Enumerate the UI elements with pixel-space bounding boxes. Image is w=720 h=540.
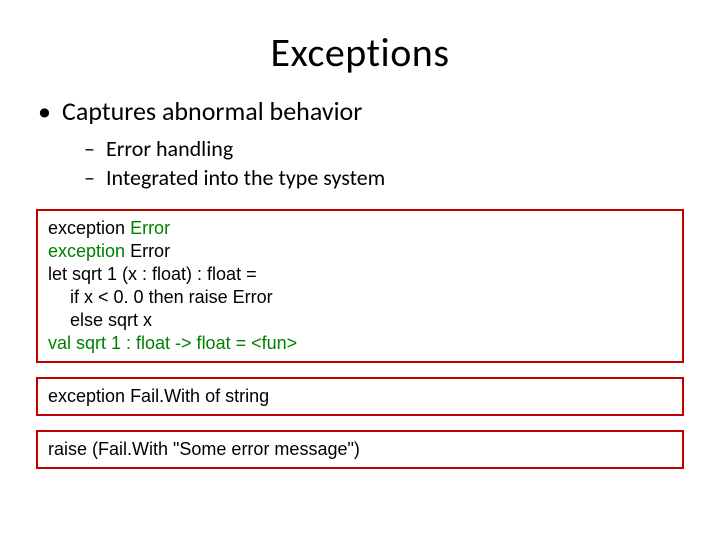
- code-line: if x < 0. 0 then raise Error: [48, 286, 672, 309]
- indent: if x < 0. 0 then raise Error: [48, 286, 273, 309]
- kw-exception: exception: [48, 386, 130, 406]
- code-line: exception Fail.With of string: [48, 385, 672, 408]
- code-box-3: raise (Fail.With "Some error message"): [36, 430, 684, 469]
- code-line: else sqrt x: [48, 309, 672, 332]
- kw-then-raise: then raise: [149, 287, 233, 307]
- kw-let: let: [48, 264, 72, 284]
- slide: Exceptions Captures abnormal behavior Er…: [0, 0, 720, 540]
- code-box-2: exception Fail.With of string: [36, 377, 684, 416]
- code-text: sqrt x: [108, 310, 152, 330]
- code-boxes: exception Error exception Error let sqrt…: [36, 209, 684, 469]
- bullet-level1: Captures abnormal behavior: [36, 95, 684, 127]
- id-error: Error: [233, 287, 273, 307]
- kw-of: of: [205, 386, 225, 406]
- indent: else sqrt x: [48, 309, 152, 332]
- bullet-level2-a: Error handling: [36, 135, 684, 162]
- type-string: string: [225, 386, 269, 406]
- code-text: sqrt 1 (x : float) : float =: [72, 264, 257, 284]
- code-line: val sqrt 1 : float -> float = <fun>: [48, 332, 672, 355]
- code-line: raise (Fail.With "Some error message"): [48, 438, 672, 461]
- code-text: x < 0. 0: [84, 287, 149, 307]
- bullet-level2-b: Integrated into the type system: [36, 164, 684, 191]
- val-line: val sqrt 1 : float -> float = <fun>: [48, 333, 297, 353]
- code-line: exception Error: [48, 240, 672, 263]
- code-line: let sqrt 1 (x : float) : float =: [48, 263, 672, 286]
- code-line: exception Error: [48, 217, 672, 240]
- id-error: Error: [125, 218, 170, 238]
- kw-exception: exception: [48, 241, 125, 261]
- code-text: (Fail.With "Some error message"): [92, 439, 360, 459]
- id-error: Error: [125, 241, 170, 261]
- slide-title: Exceptions: [36, 28, 684, 77]
- kw-raise: raise: [48, 439, 92, 459]
- kw-else: else: [70, 310, 108, 330]
- kw-exception: exception: [48, 218, 125, 238]
- id-failwith: Fail.With: [130, 386, 205, 406]
- kw-if: if: [70, 287, 84, 307]
- code-box-1: exception Error exception Error let sqrt…: [36, 209, 684, 363]
